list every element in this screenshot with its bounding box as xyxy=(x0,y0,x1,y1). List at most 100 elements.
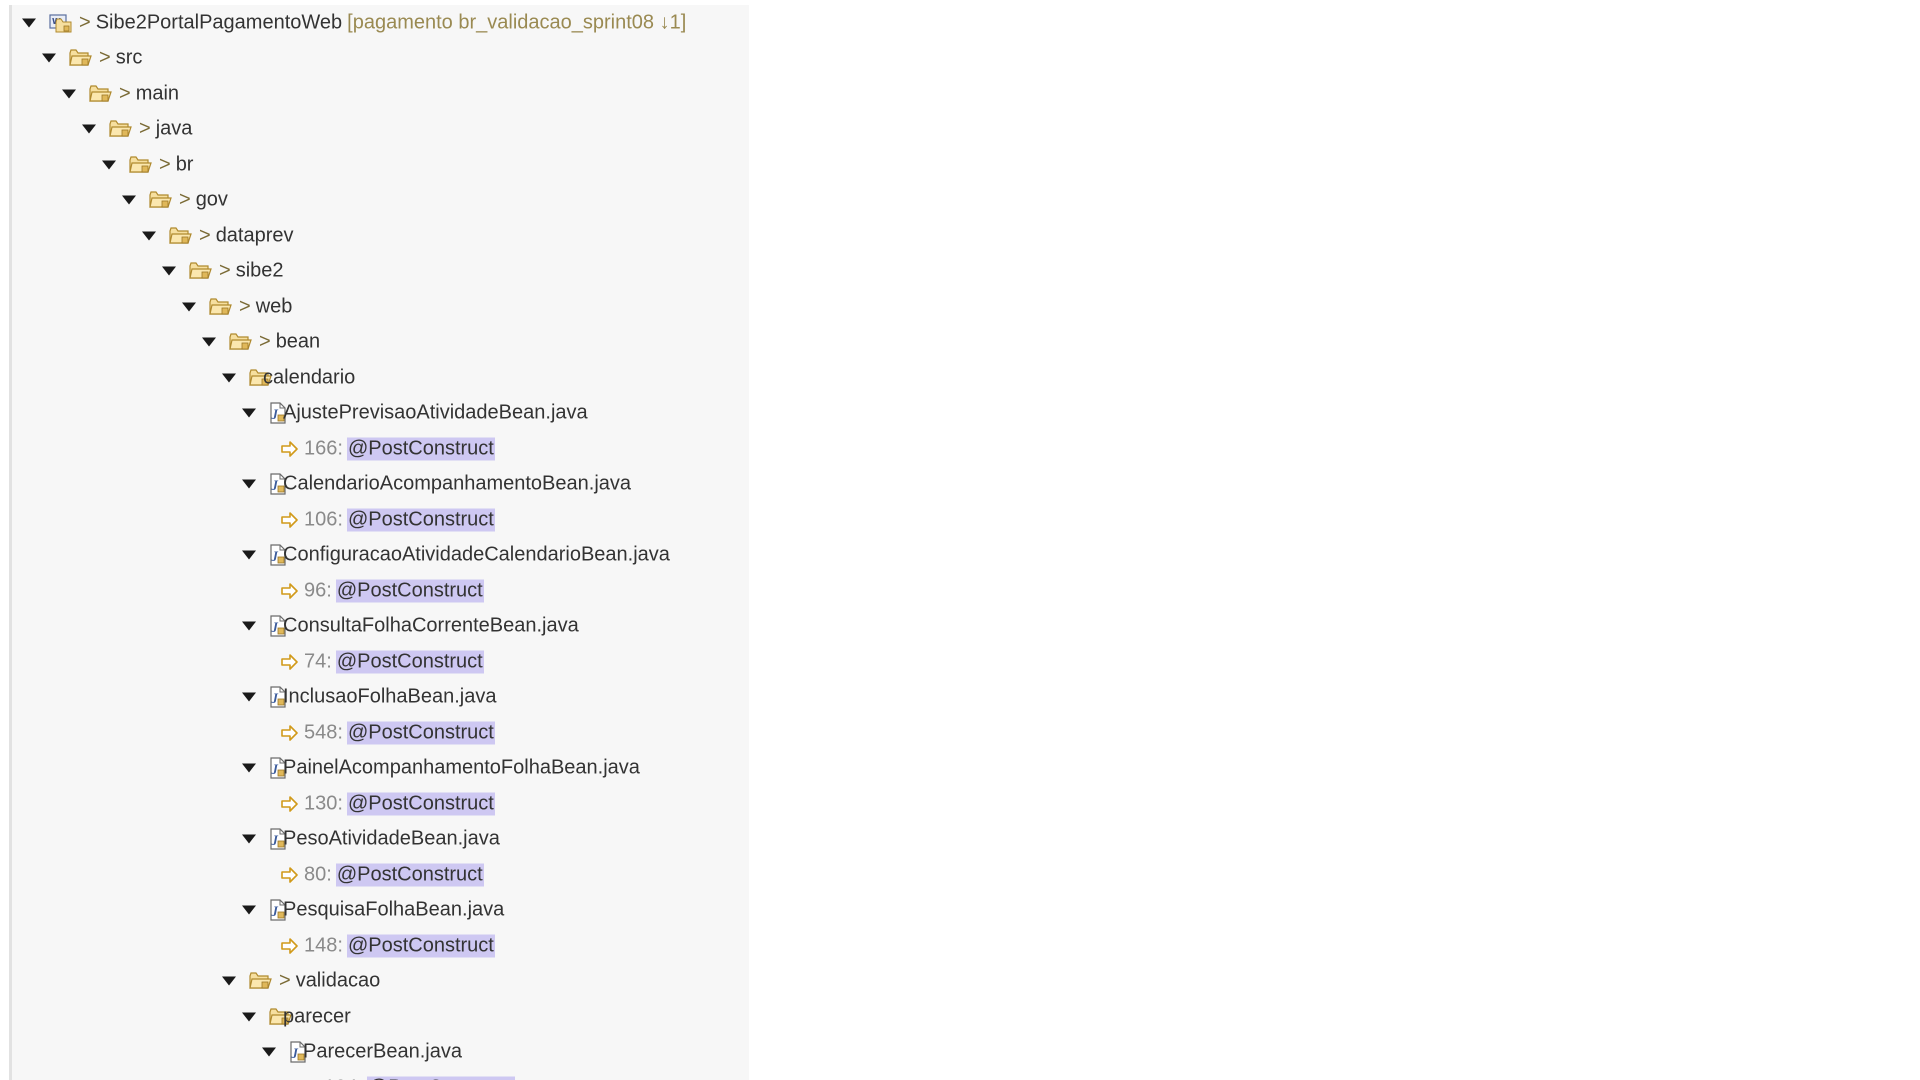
expand-toggle-icon[interactable] xyxy=(242,621,256,631)
folder-icon xyxy=(189,261,213,281)
tree-row-folder[interactable]: > web xyxy=(12,289,749,325)
expand-toggle-icon[interactable] xyxy=(242,408,256,418)
project-name: Sibe2PortalPagamentoWeb xyxy=(95,11,343,34)
tree-row-project[interactable]: W >Sibe2PortalPagamentoWeb[pagamento br_v… xyxy=(12,5,749,41)
line-number: 80: xyxy=(304,863,332,886)
tree-item-label-group: > dataprev xyxy=(199,224,294,247)
match-row[interactable]: 74: @PostConstruct xyxy=(12,644,749,680)
match-text: @PostConstruct xyxy=(335,863,484,887)
tree-row-folder[interactable]: > main xyxy=(12,76,749,112)
expand-toggle-icon[interactable] xyxy=(242,479,256,489)
file-name: ConfiguracaoAtividadeCalendarioBean.java xyxy=(283,543,670,566)
tree-row-folder[interactable]: > br xyxy=(12,147,749,183)
expand-toggle-icon[interactable] xyxy=(222,373,236,383)
match-label-group: 106: @PostConstruct xyxy=(304,508,495,532)
expand-toggle-icon[interactable] xyxy=(202,337,216,347)
expand-toggle-icon[interactable] xyxy=(242,550,256,560)
git-branch-decoration: [pagamento br_validacao_sprint08 ↓1] xyxy=(347,11,687,34)
expand-toggle-icon[interactable] xyxy=(242,1012,256,1022)
tree-row-file[interactable]: J InclusaoFolhaBean.java xyxy=(12,680,749,716)
file-name: InclusaoFolhaBean.java xyxy=(283,685,497,708)
expand-toggle-icon[interactable] xyxy=(102,160,116,170)
file-name: PesoAtividadeBean.java xyxy=(283,827,500,850)
arrow-right-icon xyxy=(281,795,299,812)
folder-icon xyxy=(129,155,153,175)
tree-row-file[interactable]: J ParecerBean.java xyxy=(12,1035,749,1071)
expand-toggle-icon[interactable] xyxy=(242,763,256,773)
match-row[interactable]: 104:@PostConstruct xyxy=(12,1070,749,1080)
expand-toggle-icon[interactable] xyxy=(122,195,136,205)
folder-icon xyxy=(69,48,93,68)
match-label-group: 96: @PostConstruct xyxy=(304,579,484,603)
folder-name: dataprev xyxy=(215,224,294,247)
tree-row-folder[interactable]: > sibe2 xyxy=(12,254,749,290)
expand-toggle-icon[interactable] xyxy=(62,89,76,99)
match-row[interactable]: 548: @PostConstruct xyxy=(12,715,749,751)
expand-toggle-icon[interactable] xyxy=(242,834,256,844)
match-row[interactable]: 148: @PostConstruct xyxy=(12,928,749,964)
folder-icon xyxy=(169,226,193,246)
dirty-marker: > xyxy=(119,82,131,105)
tree-item-label-group: > sibe2 xyxy=(219,260,284,283)
match-row[interactable]: 166: @PostConstruct xyxy=(12,431,749,467)
dirty-marker: > xyxy=(219,259,231,282)
file-name: CalendarioAcompanhamentoBean.java xyxy=(283,472,632,495)
dirty-marker: > xyxy=(79,11,91,34)
line-number: 104: xyxy=(324,1076,363,1080)
tree-row-file[interactable]: J PesoAtividadeBean.java xyxy=(12,822,749,858)
match-row[interactable]: 80: @PostConstruct xyxy=(12,857,749,893)
tree-row-file[interactable]: J PesquisaFolhaBean.java xyxy=(12,893,749,929)
match-text: @PostConstruct xyxy=(346,437,495,461)
search-results-panel: W>Sibe2PortalPagamentoWeb[pagamento br_v… xyxy=(9,5,749,1080)
tree-item-label-group: > main xyxy=(119,82,179,105)
arrow-right-icon xyxy=(281,866,299,883)
line-number: 106: xyxy=(304,508,343,531)
folder-name: calendario xyxy=(263,366,356,389)
file-name: PesquisaFolhaBean.java xyxy=(283,898,505,921)
match-row[interactable]: 96: @PostConstruct xyxy=(12,573,749,609)
expand-toggle-icon[interactable] xyxy=(142,231,156,241)
match-label-group: 166: @PostConstruct xyxy=(304,437,495,461)
tree-row-folder[interactable]: calendario xyxy=(12,360,749,396)
arrow-right-icon xyxy=(281,937,299,954)
tree-item-label-group: > Sibe2PortalPagamentoWeb [pagamento br_va… xyxy=(79,11,686,34)
dirty-marker: > xyxy=(179,188,191,211)
folder-icon xyxy=(89,84,113,104)
expand-toggle-icon[interactable] xyxy=(262,1047,276,1057)
tree-item-label-group: AjustePrevisaoAtividadeBean.java xyxy=(283,402,588,425)
tree-row-file[interactable]: J AjustePrevisaoAtividadeBean.java xyxy=(12,396,749,432)
tree-item-label-group: calendario xyxy=(263,366,355,389)
tree-row-folder[interactable]: > bean xyxy=(12,325,749,361)
expand-toggle-icon[interactable] xyxy=(22,18,36,28)
expand-toggle-icon[interactable] xyxy=(222,976,236,986)
tree-row-file[interactable]: J ConfiguracaoAtividadeCalendarioBean.jav… xyxy=(12,538,749,574)
arrow-right-icon xyxy=(281,440,299,457)
expand-toggle-icon[interactable] xyxy=(162,266,176,276)
expand-toggle-icon[interactable] xyxy=(242,905,256,915)
tree-row-file[interactable]: J CalendarioAcompanhamentoBean.java xyxy=(12,467,749,503)
tree-row-folder[interactable]: > validacao xyxy=(12,964,749,1000)
tree-row-folder[interactable]: > dataprev xyxy=(12,218,749,254)
tree-item-label-group: parecer xyxy=(283,1005,351,1028)
line-number: 166: xyxy=(304,437,343,460)
tree-row-folder[interactable]: > src xyxy=(12,41,749,77)
tree-row-file[interactable]: J ConsultaFolhaCorrenteBean.java xyxy=(12,609,749,645)
tree-row-file[interactable]: J PainelAcompanhamentoFolhaBean.java xyxy=(12,751,749,787)
tree-row-folder[interactable]: > gov xyxy=(12,183,749,219)
match-text: @PostConstruct xyxy=(346,934,495,958)
folder-name: bean xyxy=(275,330,321,353)
expand-toggle-icon[interactable] xyxy=(82,124,96,134)
expand-toggle-icon[interactable] xyxy=(242,692,256,702)
match-text: @PostConstruct xyxy=(346,508,495,532)
folder-icon xyxy=(229,332,253,352)
match-row[interactable]: 130: @PostConstruct xyxy=(12,786,749,822)
expand-toggle-icon[interactable] xyxy=(182,302,196,312)
tree-row-folder[interactable]: > java xyxy=(12,112,749,148)
tree-item-label-group: CalendarioAcompanhamentoBean.java xyxy=(283,473,631,496)
tree-item-label-group: PesoAtividadeBean.java xyxy=(283,828,500,851)
line-number: 130: xyxy=(304,792,343,815)
match-row[interactable]: 106: @PostConstruct xyxy=(12,502,749,538)
arrow-right-icon xyxy=(281,724,299,741)
expand-toggle-icon[interactable] xyxy=(42,53,56,63)
tree-row-folder[interactable]: parecer xyxy=(12,999,749,1035)
